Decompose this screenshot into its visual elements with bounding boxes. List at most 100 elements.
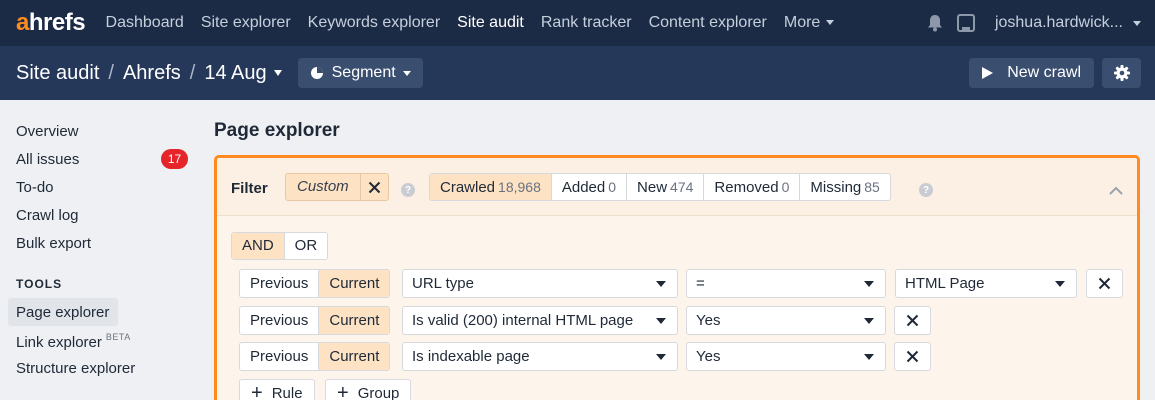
nav-item-site-audit[interactable]: Site audit: [449, 0, 533, 46]
chevron-down-icon: [864, 318, 874, 324]
link-explorer-label: Link explorer: [16, 334, 102, 351]
logic-toggle: AND OR: [231, 232, 329, 260]
clear-filter-button[interactable]: [361, 174, 388, 200]
add-rule-button[interactable]: + Rule: [239, 379, 315, 400]
new-crawl-button[interactable]: New crawl: [969, 58, 1094, 88]
sidebar-item-to-do[interactable]: To-do: [16, 179, 54, 196]
remove-rule-button[interactable]: [1086, 269, 1123, 298]
bell-icon[interactable]: [927, 14, 943, 32]
nav-item-dashboard[interactable]: Dashboard: [97, 0, 192, 46]
issues-count-badge: 17: [161, 149, 188, 169]
chevron-down-icon: [656, 354, 666, 360]
chevron-down-icon: [402, 70, 411, 76]
crumb-separator: /: [108, 61, 114, 84]
tab-crawled[interactable]: Crawled 18,968: [430, 174, 552, 200]
crumb-project[interactable]: Ahrefs: [123, 62, 181, 85]
add-group-button[interactable]: + Group: [325, 379, 412, 400]
breadcrumb: Site audit / Ahrefs / 14 Aug: [16, 62, 282, 85]
segment-label: Segment: [331, 64, 396, 81]
chevron-down-icon: [864, 354, 874, 360]
tab-count: 0: [608, 179, 617, 195]
tab-label: Crawled: [440, 179, 496, 196]
sub-header-actions: New crawl: [969, 58, 1141, 88]
previous-option[interactable]: Previous: [240, 343, 320, 370]
crumb-separator: /: [189, 61, 196, 84]
nav-item-rank-tracker[interactable]: Rank tracker: [532, 0, 640, 46]
and-option[interactable]: AND: [232, 233, 285, 259]
sidebar-item-link-explorer[interactable]: Link explorer BETA: [16, 332, 131, 351]
add-group-label: Group: [357, 384, 400, 400]
or-option[interactable]: OR: [285, 233, 328, 259]
value-text: Yes: [696, 348, 721, 365]
sidebar-section-tools: TOOLS: [16, 277, 63, 291]
nav-item-site-explorer[interactable]: Site explorer: [192, 0, 299, 46]
sidebar-item-structure-explorer[interactable]: Structure explorer: [16, 360, 135, 377]
value-select[interactable]: Yes: [686, 306, 886, 335]
sidebar-item-bulk-export[interactable]: Bulk export: [16, 235, 91, 252]
remove-rule-button[interactable]: [894, 306, 931, 335]
nav-items: Dashboard Site explorer Keywords explore…: [97, 0, 843, 46]
operator-select[interactable]: =: [686, 269, 886, 298]
current-option[interactable]: Current: [319, 270, 390, 297]
crumb-site-audit[interactable]: Site audit: [16, 62, 99, 85]
segment-button[interactable]: Segment: [297, 58, 423, 88]
value-text: HTML Page: [905, 275, 985, 292]
sidebar-item-all-issues[interactable]: All issues: [16, 151, 79, 168]
crumb-date[interactable]: 14 Aug: [204, 62, 266, 85]
filter-label: Filter: [231, 180, 268, 197]
help-icon[interactable]: ?: [401, 183, 415, 197]
top-nav: a hrefs Dashboard Site explorer Keywords …: [0, 0, 1155, 46]
tab-added[interactable]: Added 0: [552, 174, 628, 200]
ahrefs-logo[interactable]: a hrefs: [16, 9, 86, 37]
remove-rule-button[interactable]: [894, 342, 931, 371]
current-option[interactable]: Current: [319, 307, 390, 334]
chevron-down-icon: [656, 318, 666, 324]
filter-bar: Filter Custom ? Crawled 18,968 Added 0 New…: [217, 158, 1137, 216]
previous-option[interactable]: Previous: [240, 270, 320, 297]
field-select[interactable]: Is valid (200) internal HTML page: [402, 306, 678, 335]
sidebar-item-crawl-log[interactable]: Crawl log: [16, 207, 79, 224]
nav-item-keywords-explorer[interactable]: Keywords explorer: [299, 0, 449, 46]
chevron-down-icon[interactable]: [273, 70, 282, 76]
settings-button[interactable]: [1102, 58, 1141, 88]
field-select[interactable]: URL type: [402, 269, 678, 298]
tab-label: New: [637, 179, 668, 196]
current-option[interactable]: Current: [319, 343, 390, 370]
sidebar-item-overview[interactable]: Overview: [16, 123, 79, 140]
crawl-tabs: Crawled 18,968 Added 0 New 474 Removed 0 Mis…: [429, 173, 891, 201]
tab-label: Removed: [714, 179, 779, 196]
sub-header: Site audit / Ahrefs / 14 Aug Segment New…: [0, 46, 1155, 100]
tab-new[interactable]: New 474: [627, 174, 705, 200]
sidebar-item-page-explorer[interactable]: Page explorer: [16, 304, 109, 321]
user-menu[interactable]: joshua.hardwick...: [995, 14, 1141, 32]
custom-filter-chip[interactable]: Custom: [285, 173, 389, 201]
custom-filter-label: Custom: [286, 174, 361, 200]
close-icon: [1098, 277, 1111, 290]
operator-value: =: [696, 275, 705, 292]
pie-chart-icon: [310, 67, 323, 79]
beta-tag: BETA: [105, 332, 131, 342]
new-crawl-label: New crawl: [1007, 64, 1081, 81]
nav-item-content-explorer[interactable]: Content explorer: [640, 0, 775, 46]
value-select[interactable]: Yes: [686, 342, 886, 371]
help-icon[interactable]: ?: [919, 183, 933, 197]
field-value: URL type: [412, 275, 474, 292]
field-select[interactable]: Is indexable page: [402, 342, 678, 371]
chevron-down-icon: [864, 281, 874, 287]
chevron-down-icon: [1133, 20, 1141, 26]
prev-current-toggle: Previous Current: [239, 269, 391, 298]
tab-missing[interactable]: Missing 85: [800, 174, 889, 200]
user-name: joshua.hardwick...: [994, 14, 1123, 31]
nav-right: joshua.hardwick...: [913, 0, 1141, 46]
inbox-icon[interactable]: [956, 14, 975, 32]
chevron-up-icon: [1109, 186, 1123, 195]
filter-panel: Filter Custom ? Crawled 18,968 Added 0 New…: [214, 155, 1140, 400]
nav-item-more[interactable]: More: [775, 0, 842, 46]
tab-removed[interactable]: Removed 0: [704, 174, 801, 200]
previous-option[interactable]: Previous: [240, 307, 320, 334]
prev-current-toggle: Previous Current: [239, 306, 391, 335]
logo-rest: hrefs: [28, 9, 86, 36]
collapse-button[interactable]: [1109, 182, 1123, 200]
plus-icon: +: [251, 382, 263, 400]
value-select[interactable]: HTML Page: [895, 269, 1077, 298]
